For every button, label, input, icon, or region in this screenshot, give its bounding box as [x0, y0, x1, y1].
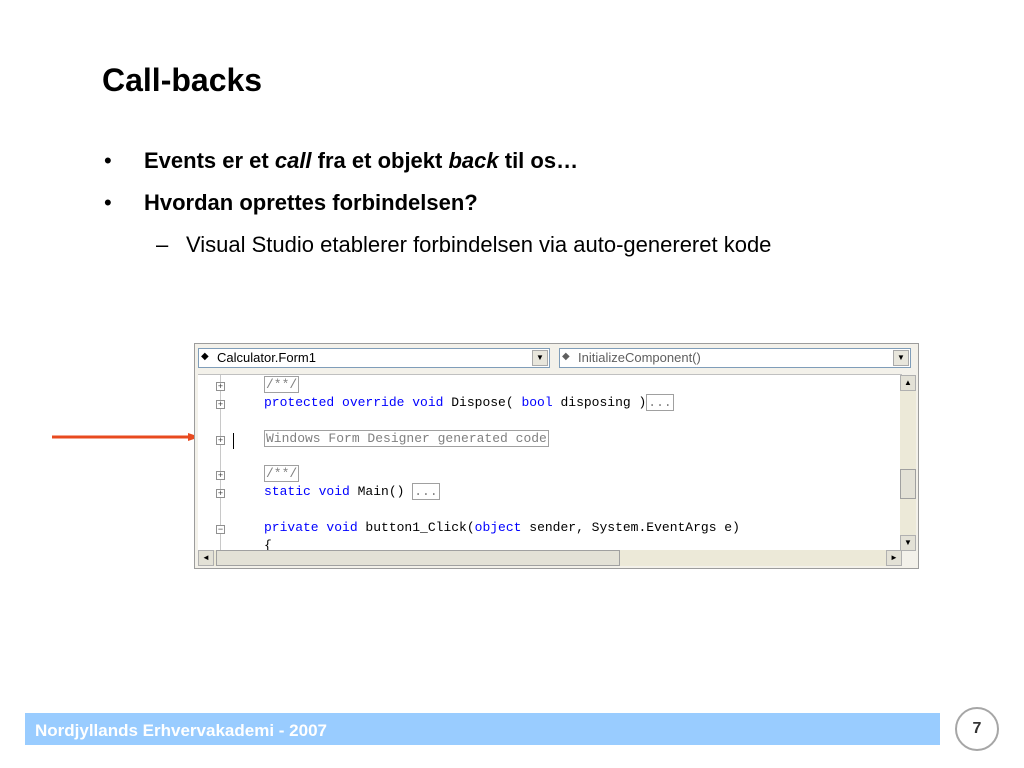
code-text: Main() — [349, 484, 413, 499]
scroll-thumb[interactable] — [900, 469, 916, 499]
horizontal-scrollbar[interactable]: ◄ ► — [198, 550, 902, 566]
code-line: Windows Form Designer generated code — [264, 430, 549, 447]
scroll-down-icon[interactable]: ▼ — [900, 535, 916, 551]
slide-title: Call-backs — [102, 62, 263, 98]
bullet-text-back: back — [448, 148, 499, 173]
code-editor-screenshot: ◆ Calculator.Form1 ▼ ◆ InitializeCompone… — [194, 343, 919, 569]
collapsed-block[interactable]: ... — [646, 394, 674, 411]
vertical-scrollbar[interactable]: ▲ ▼ — [900, 375, 916, 551]
bullet-symbol: • — [104, 148, 112, 173]
expand-icon[interactable]: + — [216, 382, 225, 391]
scroll-thumb[interactable] — [216, 550, 620, 566]
bullet-connection: • Hvordan oprettes forbindelsen? — [104, 190, 478, 216]
bullet-text-mid: fra et objekt — [311, 148, 449, 173]
code-area[interactable]: + /**/ + protected override void Dispose… — [198, 374, 902, 551]
expand-icon[interactable]: + — [216, 436, 225, 445]
member-dropdown-value: InitializeComponent() — [578, 350, 701, 365]
scroll-right-icon[interactable]: ► — [886, 550, 902, 566]
footer-bar: Nordjyllands Erhvervakademi - 2007 — [25, 713, 940, 745]
sub-bullet-text: Visual Studio etablerer forbindelsen via… — [186, 232, 772, 257]
text-caret — [233, 433, 234, 449]
keyword: object — [474, 520, 522, 535]
sub-bullet-visual-studio: – Visual Studio etablerer forbindelsen vi… — [156, 232, 771, 258]
chevron-down-icon[interactable]: ▼ — [893, 350, 909, 366]
code-text: button1_Click( — [357, 520, 475, 535]
code-text: disposing ) — [552, 395, 647, 410]
dash-symbol: – — [156, 232, 169, 257]
code-line: protected override void Dispose( bool di… — [264, 394, 674, 411]
class-dropdown[interactable]: ◆ Calculator.Form1 ▼ — [198, 348, 550, 368]
code-line: /**/ — [264, 376, 300, 393]
code-text: sender, System.EventArgs e) — [521, 520, 740, 535]
bullet-text-prefix: Events er et — [144, 148, 275, 173]
code-line: /**/ — [264, 465, 300, 482]
chevron-down-icon[interactable]: ▼ — [532, 350, 548, 366]
bullet-text: Events er et call fra et objekt back til… — [144, 148, 578, 173]
code-line: private void button1_Click(object sender… — [264, 520, 740, 535]
code-line: static void Main() ... — [264, 483, 440, 500]
bullet-symbol: • — [104, 190, 112, 215]
collapsed-block[interactable]: ... — [412, 483, 440, 500]
class-icon: ◆ — [201, 351, 209, 362]
page-number: 7 — [955, 707, 999, 751]
bullet-text: Hvordan oprettes forbindelsen? — [144, 190, 478, 215]
bullet-text-call: call — [274, 148, 312, 173]
class-dropdown-value: Calculator.Form1 — [217, 350, 316, 365]
keyword: protected override void — [264, 395, 444, 410]
expand-icon[interactable]: + — [216, 489, 225, 498]
scroll-left-icon[interactable]: ◄ — [198, 550, 214, 566]
code-text: Dispose( — [443, 395, 522, 410]
collapsed-region[interactable]: Windows Form Designer generated code — [264, 430, 549, 447]
member-dropdown[interactable]: ◆ InitializeComponent() ▼ — [559, 348, 911, 368]
collapse-icon[interactable]: − — [216, 525, 225, 534]
scroll-up-icon[interactable]: ▲ — [900, 375, 916, 391]
collapsed-comment[interactable]: /**/ — [264, 465, 300, 482]
keyword: static void — [264, 484, 350, 499]
keyword: bool — [521, 395, 553, 410]
method-icon: ◆ — [562, 351, 570, 362]
bullet-text-suffix: til os… — [498, 148, 579, 173]
collapsed-comment[interactable]: /**/ — [264, 376, 300, 393]
bullet-events: • Events er et call fra et objekt back ti… — [104, 148, 578, 174]
footer-text: Nordjyllands Erhvervakademi - 2007 — [35, 721, 327, 740]
expand-icon[interactable]: + — [216, 400, 225, 409]
expand-icon[interactable]: + — [216, 471, 225, 480]
red-arrow-icon — [52, 433, 200, 441]
keyword: private void — [264, 520, 358, 535]
